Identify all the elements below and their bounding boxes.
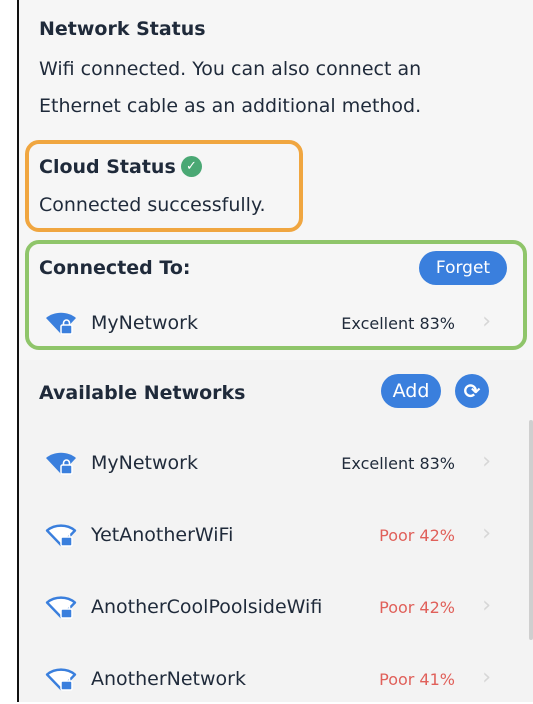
network-settings-panel: Network Status Wifi connected. You can a… — [17, 0, 533, 702]
cloud-status-message: Connected successfully. — [39, 194, 266, 216]
network-row[interactable]: AnotherCoolPoolsideWifi Poor 42% › — [19, 584, 509, 632]
scrollbar[interactable] — [529, 420, 533, 640]
forget-button[interactable]: Forget — [419, 251, 507, 285]
network-name: AnotherNetwork — [91, 668, 246, 690]
connected-network-row[interactable]: MyNetwork Excellent 83% › — [19, 300, 509, 348]
network-status-line2: Ethernet cable as an additional method. — [39, 95, 422, 117]
network-name: MyNetwork — [91, 452, 198, 474]
wifi-locked-filled-icon — [46, 312, 76, 335]
wifi-locked-outline-icon — [45, 596, 77, 619]
network-name: AnotherCoolPoolsideWifi — [91, 596, 323, 618]
signal-quality: Poor 42% — [379, 526, 455, 545]
network-status-line1: Wifi connected. You can also connect an — [39, 58, 422, 80]
cloud-status-title: Cloud Status — [39, 156, 176, 178]
refresh-icon[interactable]: ⟳ — [455, 374, 489, 408]
wifi-locked-outline-icon — [45, 524, 77, 547]
chevron-right-icon: › — [482, 309, 491, 334]
network-name: MyNetwork — [91, 312, 198, 334]
network-row[interactable]: YetAnotherWiFi Poor 42% › — [19, 512, 509, 560]
network-row[interactable]: AnotherNetwork Poor 41% › — [19, 656, 509, 704]
signal-quality: Poor 41% — [379, 670, 455, 689]
check-circle-icon: ✓ — [181, 156, 202, 177]
wifi-locked-filled-icon — [46, 452, 76, 475]
network-row[interactable]: MyNetwork Excellent 83% › — [19, 440, 509, 488]
add-network-button[interactable]: Add — [381, 374, 441, 408]
signal-quality: Excellent 83% — [341, 314, 455, 333]
chevron-right-icon: › — [482, 593, 491, 618]
available-networks-title: Available Networks — [39, 382, 246, 404]
signal-quality: Excellent 83% — [341, 454, 455, 473]
chevron-right-icon: › — [482, 665, 491, 690]
chevron-right-icon: › — [482, 449, 491, 474]
chevron-right-icon: › — [482, 521, 491, 546]
wifi-locked-outline-icon — [45, 668, 77, 691]
signal-quality: Poor 42% — [379, 598, 455, 617]
connected-to-title: Connected To: — [39, 257, 191, 279]
network-name: YetAnotherWiFi — [91, 524, 234, 546]
network-status-title: Network Status — [39, 18, 206, 40]
